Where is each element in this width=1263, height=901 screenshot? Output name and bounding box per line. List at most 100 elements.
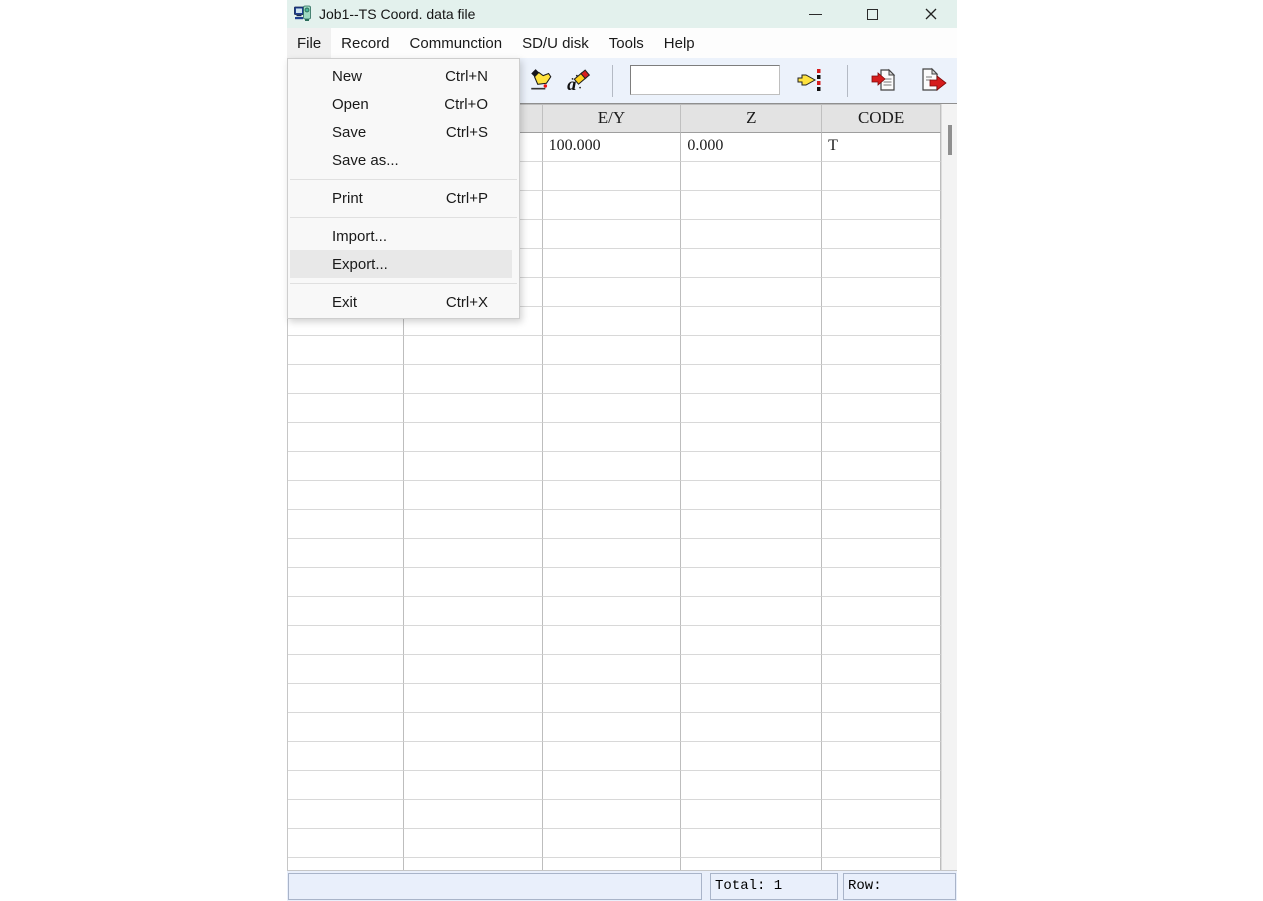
table-cell[interactable] (288, 423, 404, 452)
table-cell[interactable] (404, 684, 543, 713)
table-cell[interactable] (288, 626, 404, 655)
table-cell[interactable] (822, 655, 941, 684)
table-cell[interactable]: T (822, 133, 941, 162)
table-cell[interactable] (404, 510, 543, 539)
table-cell[interactable] (404, 858, 543, 870)
table-cell[interactable] (822, 423, 941, 452)
table-cell[interactable] (543, 829, 682, 858)
table-cell[interactable] (288, 597, 404, 626)
table-cell[interactable] (288, 510, 404, 539)
table-cell[interactable] (543, 394, 682, 423)
table-cell[interactable] (822, 278, 941, 307)
table-cell[interactable] (822, 742, 941, 771)
table-cell[interactable] (681, 829, 822, 858)
table-cell[interactable] (681, 162, 822, 191)
table-cell[interactable] (681, 481, 822, 510)
table-cell[interactable] (404, 829, 543, 858)
table-cell[interactable] (543, 858, 682, 870)
table-cell[interactable] (681, 278, 822, 307)
close-button[interactable] (910, 0, 952, 28)
menubar-item-help[interactable]: Help (654, 28, 705, 58)
menubar-item-communction[interactable]: Communction (400, 28, 513, 58)
table-cell[interactable] (404, 771, 543, 800)
table-cell[interactable] (822, 220, 941, 249)
menu-item-new[interactable]: NewCtrl+N (290, 62, 512, 90)
table-cell[interactable] (681, 191, 822, 220)
table-cell[interactable] (404, 800, 543, 829)
menu-item-export[interactable]: Export... (290, 250, 512, 278)
table-cell[interactable] (822, 307, 941, 336)
table-cell[interactable] (288, 771, 404, 800)
table-cell[interactable] (543, 800, 682, 829)
table-cell[interactable] (404, 742, 543, 771)
scrollbar-thumb[interactable] (948, 125, 952, 155)
table-cell[interactable] (543, 191, 682, 220)
table-cell[interactable] (822, 191, 941, 220)
table-cell[interactable]: 100.000 (543, 133, 682, 162)
table-cell[interactable] (288, 713, 404, 742)
table-cell[interactable] (543, 655, 682, 684)
menu-item-import[interactable]: Import... (290, 222, 512, 250)
table-cell[interactable] (288, 336, 404, 365)
table-cell[interactable] (404, 423, 543, 452)
menubar-item-tools[interactable]: Tools (599, 28, 654, 58)
table-cell[interactable] (822, 800, 941, 829)
table-cell[interactable] (288, 568, 404, 597)
table-cell[interactable] (543, 626, 682, 655)
table-cell[interactable] (404, 655, 543, 684)
search-input[interactable] (630, 65, 780, 95)
table-cell[interactable] (822, 626, 941, 655)
table-cell[interactable] (681, 423, 822, 452)
table-cell[interactable] (681, 510, 822, 539)
goto-row-icon[interactable] (796, 67, 822, 93)
table-cell[interactable] (288, 394, 404, 423)
table-cell[interactable] (543, 162, 682, 191)
table-cell[interactable] (822, 858, 941, 870)
menu-item-open[interactable]: OpenCtrl+O (290, 90, 512, 118)
table-cell[interactable] (543, 684, 682, 713)
import-file-icon[interactable] (871, 67, 897, 93)
table-cell[interactable] (288, 539, 404, 568)
minimize-button[interactable] (794, 0, 836, 28)
table-cell[interactable] (822, 568, 941, 597)
table-cell[interactable] (404, 713, 543, 742)
table-cell[interactable] (681, 336, 822, 365)
table-cell[interactable] (543, 539, 682, 568)
table-cell[interactable] (681, 771, 822, 800)
table-cell[interactable] (681, 568, 822, 597)
table-cell[interactable]: 0.000 (681, 133, 822, 162)
table-cell[interactable] (543, 307, 682, 336)
export-file-icon[interactable] (921, 67, 947, 93)
table-cell[interactable] (404, 394, 543, 423)
table-cell[interactable] (822, 510, 941, 539)
table-cell[interactable] (822, 771, 941, 800)
table-cell[interactable] (288, 742, 404, 771)
table-cell[interactable] (288, 365, 404, 394)
maximize-button[interactable] (851, 0, 893, 28)
table-cell[interactable] (681, 684, 822, 713)
table-cell[interactable] (543, 249, 682, 278)
vertical-scrollbar[interactable] (941, 104, 957, 870)
table-cell[interactable] (822, 539, 941, 568)
table-cell[interactable] (543, 568, 682, 597)
table-cell[interactable] (404, 568, 543, 597)
menu-item-save-as[interactable]: Save as... (290, 146, 512, 174)
table-cell[interactable] (543, 481, 682, 510)
table-cell[interactable] (404, 597, 543, 626)
table-cell[interactable] (543, 365, 682, 394)
table-cell[interactable] (543, 771, 682, 800)
table-cell[interactable] (681, 452, 822, 481)
table-cell[interactable] (543, 220, 682, 249)
table-cell[interactable] (681, 394, 822, 423)
table-cell[interactable] (681, 713, 822, 742)
table-cell[interactable] (681, 655, 822, 684)
table-cell[interactable] (288, 655, 404, 684)
table-cell[interactable] (822, 365, 941, 394)
table-cell[interactable] (543, 713, 682, 742)
table-cell[interactable] (681, 249, 822, 278)
table-cell[interactable] (822, 713, 941, 742)
table-cell[interactable] (543, 336, 682, 365)
table-cell[interactable] (543, 510, 682, 539)
table-cell[interactable] (288, 481, 404, 510)
table-cell[interactable] (822, 336, 941, 365)
